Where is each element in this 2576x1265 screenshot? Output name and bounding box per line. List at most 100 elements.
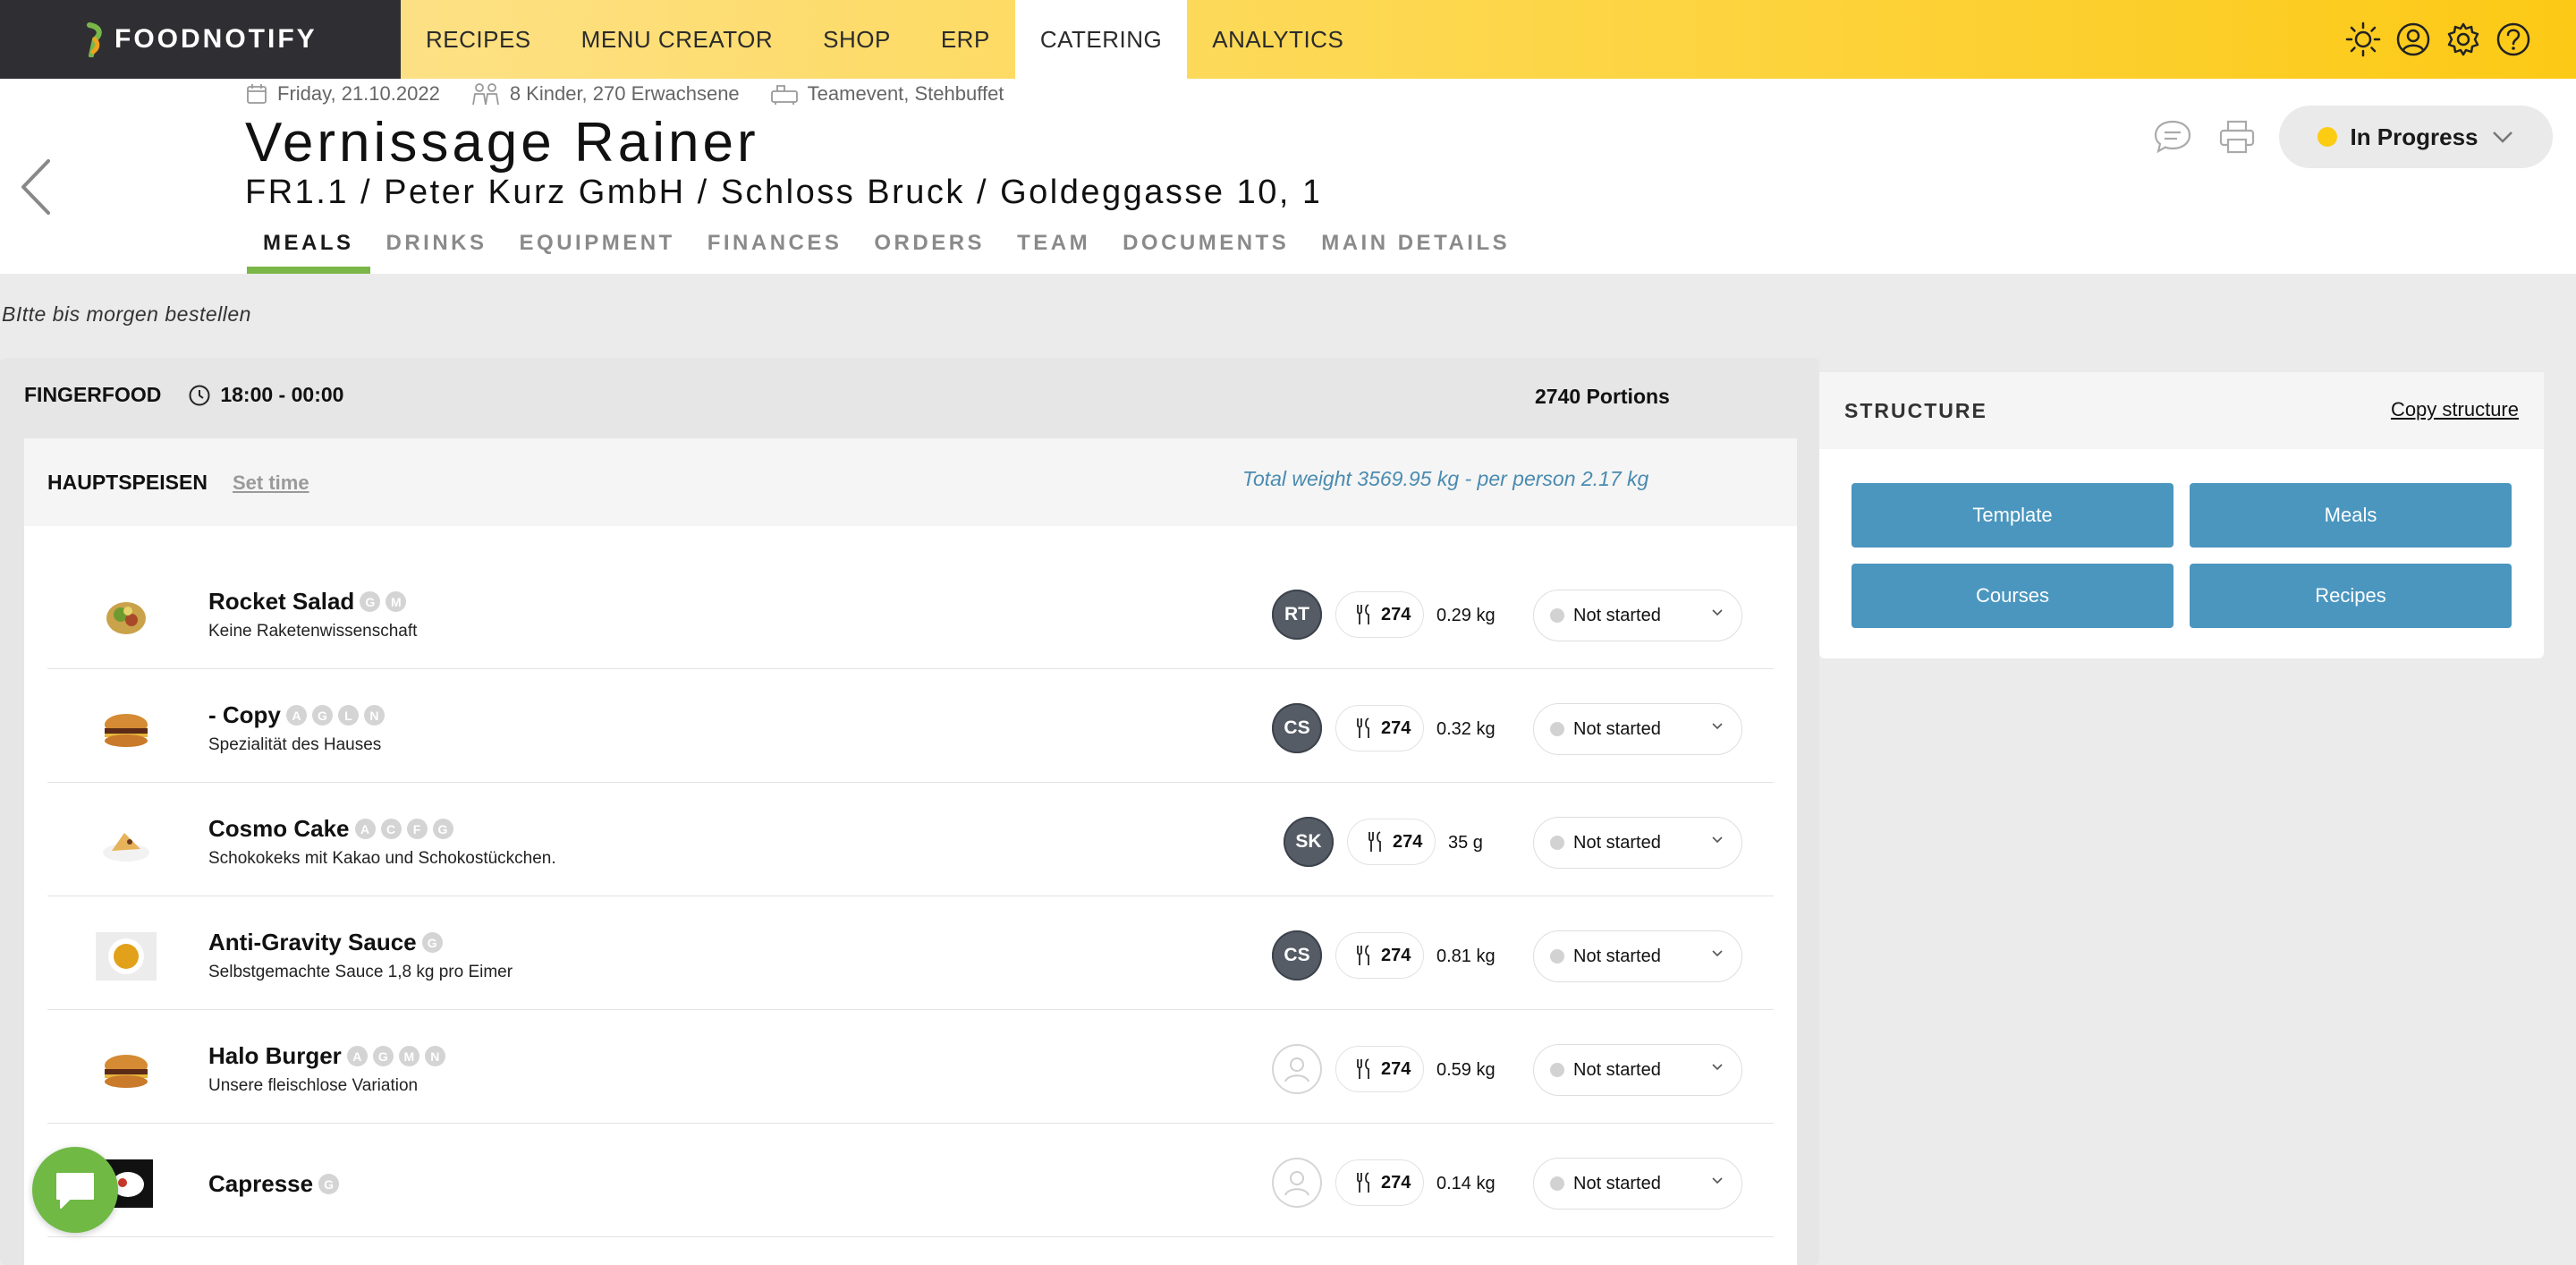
- meal-name[interactable]: Anti-Gravity Sauce G: [208, 929, 443, 956]
- assignee-avatar[interactable]: RT: [1272, 590, 1322, 640]
- sun-icon[interactable]: [2343, 20, 2383, 59]
- help-icon[interactable]: [2494, 20, 2533, 59]
- meal-name[interactable]: Capresse G: [208, 1170, 340, 1198]
- allergen-badge: L: [337, 705, 359, 726]
- meal-image: [94, 703, 158, 755]
- event-date: Friday, 21.10.2022: [245, 82, 440, 106]
- chat-icon: [56, 1173, 94, 1209]
- meal-row[interactable]: Rocket Salad G M Keine Raketenwissenschaft R…: [47, 556, 1774, 669]
- copy-structure-link[interactable]: Copy structure: [2391, 398, 2519, 421]
- meal-status-dropdown[interactable]: Not started: [1533, 930, 1742, 982]
- portion-quantity[interactable]: 274: [1335, 1159, 1425, 1206]
- comment-button[interactable]: [2150, 115, 2195, 159]
- nav-menu-creator[interactable]: MENU CREATOR: [556, 0, 799, 79]
- recipes-button[interactable]: Recipes: [2190, 564, 2512, 628]
- portion-quantity[interactable]: 274: [1335, 591, 1425, 638]
- meal-name[interactable]: Rocket Salad G M: [208, 588, 407, 616]
- courses-button[interactable]: Courses: [1852, 564, 2174, 628]
- meal-row[interactable]: - Copy A G L N Spezialität des Hauses CS 274 0.3…: [47, 669, 1774, 783]
- tab-documents[interactable]: DOCUMENTS: [1106, 222, 1305, 265]
- meal-row[interactable]: Anti-Gravity Sauce G Selbstgemachte Sauce …: [47, 896, 1774, 1010]
- allergen-badge: G: [311, 705, 333, 726]
- fingerfood-section: FINGERFOOD 18:00 - 00:00 2740 Portions H…: [0, 358, 1819, 1265]
- tab-equipment[interactable]: EQUIPMENT: [504, 222, 691, 265]
- tab-drinks[interactable]: DRINKS: [370, 222, 504, 265]
- assignee-avatar[interactable]: [1272, 1044, 1322, 1094]
- meal-status-label: Not started: [1573, 1173, 1661, 1193]
- meal-row[interactable]: Capresse G 274 0.14 kg Not started: [47, 1124, 1774, 1237]
- portion-count: 274: [1393, 831, 1423, 852]
- nav-catering[interactable]: CATERING: [1014, 0, 1188, 79]
- buffet-icon: [770, 85, 798, 105]
- portion-count: 274: [1381, 945, 1411, 965]
- assignee-avatar[interactable]: [1272, 1158, 1322, 1208]
- status-dot: [1550, 1063, 1564, 1077]
- meal-status-dropdown[interactable]: Not started: [1533, 590, 1742, 641]
- cutlery-icon: [1368, 831, 1381, 852]
- meals-button[interactable]: Meals: [2190, 483, 2512, 548]
- allergen-badge: F: [406, 819, 428, 839]
- assignee-avatar[interactable]: CS: [1272, 930, 1322, 981]
- status-dropdown[interactable]: In Progress: [2279, 106, 2553, 168]
- nav-erp[interactable]: ERP: [916, 0, 1015, 79]
- chat-button[interactable]: [32, 1147, 118, 1233]
- meal-image: [94, 590, 158, 641]
- assignee-avatar[interactable]: CS: [1272, 703, 1322, 753]
- course-card: HAUPTSPEISEN Set time Total weight 3569.…: [24, 438, 1797, 1265]
- nav-recipes[interactable]: RECIPES: [401, 0, 556, 79]
- meal-description: Schokokeks mit Kakao und Schokostückchen…: [208, 849, 556, 868]
- meal-name-text: - Copy: [208, 701, 281, 728]
- assignee-avatar[interactable]: SK: [1284, 817, 1334, 867]
- event-type: Teamevent, Stehbuffet: [770, 82, 1004, 106]
- meal-status-dropdown[interactable]: Not started: [1533, 817, 1742, 869]
- brand-name: FOODNOTIFY: [114, 24, 318, 54]
- course-name: HAUPTSPEISEN: [47, 471, 208, 494]
- meal-row[interactable]: Cosmo Cake A C F G Schokokeks mit Kakao und S…: [47, 783, 1774, 896]
- portion-count: 274: [1381, 604, 1411, 624]
- meal-name[interactable]: Cosmo Cake A C F G: [208, 815, 453, 843]
- event-header: Friday, 21.10.2022 8 Kinder, 270 Erwachs…: [0, 79, 2576, 274]
- calendar-icon: [247, 84, 267, 104]
- portion-quantity[interactable]: 274: [1335, 1046, 1425, 1092]
- meal-name[interactable]: - Copy A G L N: [208, 701, 385, 729]
- meal-name-text: Rocket Salad: [208, 588, 355, 615]
- nav-analytics[interactable]: ANALYTICS: [1187, 0, 1368, 79]
- meal-image: [94, 1044, 158, 1096]
- allergen-badge: G: [372, 1046, 394, 1066]
- gear-icon[interactable]: [2444, 20, 2483, 59]
- cutlery-icon: [1357, 945, 1369, 965]
- allergen-badge: N: [363, 705, 385, 726]
- portion-quantity[interactable]: 274: [1335, 932, 1425, 979]
- allergen-badge: A: [354, 819, 376, 839]
- portion-quantity[interactable]: 274: [1347, 819, 1436, 865]
- tab-finances[interactable]: FINANCES: [691, 222, 859, 265]
- section-time[interactable]: 18:00 - 00:00: [188, 383, 343, 407]
- chevron-down-icon: [1712, 1064, 1723, 1071]
- app-logo[interactable]: FOODNOTIFY: [0, 0, 401, 79]
- meal-name[interactable]: Halo Burger A G M N: [208, 1042, 445, 1070]
- meal-row[interactable]: Halo Burger A G M N Unsere fleischlose Variat…: [47, 1010, 1774, 1124]
- cutlery-icon: [1357, 604, 1369, 624]
- back-arrow-icon[interactable]: [16, 156, 55, 218]
- meal-status-dropdown[interactable]: Not started: [1533, 1158, 1742, 1210]
- cutlery-icon: [1357, 1058, 1369, 1079]
- tab-team[interactable]: TEAM: [1001, 222, 1106, 265]
- event-subtitle: FR1.1 / Peter Kurz GmbH / Schloss Bruck …: [245, 174, 1318, 211]
- tab-orders[interactable]: ORDERS: [858, 222, 1001, 265]
- course-header: HAUPTSPEISEN Set time Total weight 3569.…: [24, 438, 1797, 526]
- event-note: BItte bis morgen bestellen: [2, 302, 251, 326]
- event-title: Vernissage Rainer: [245, 112, 759, 174]
- main-nav: RECIPES MENU CREATOR SHOP ERP CATERING A…: [401, 0, 1368, 79]
- user-icon[interactable]: [2394, 20, 2433, 59]
- chevron-down-icon: [1712, 609, 1723, 616]
- tab-main-details[interactable]: MAIN DETAILS: [1305, 222, 1526, 265]
- tab-meals[interactable]: MEALS: [247, 222, 370, 274]
- meal-status-dropdown[interactable]: Not started: [1533, 703, 1742, 755]
- nav-shop[interactable]: SHOP: [798, 0, 916, 79]
- template-button[interactable]: Template: [1852, 483, 2174, 548]
- print-button[interactable]: [2215, 115, 2259, 159]
- meal-status-dropdown[interactable]: Not started: [1533, 1044, 1742, 1096]
- meal-weight: 0.14 kg: [1436, 1174, 1496, 1193]
- portion-quantity[interactable]: 274: [1335, 705, 1425, 751]
- set-time-link[interactable]: Set time: [233, 471, 309, 495]
